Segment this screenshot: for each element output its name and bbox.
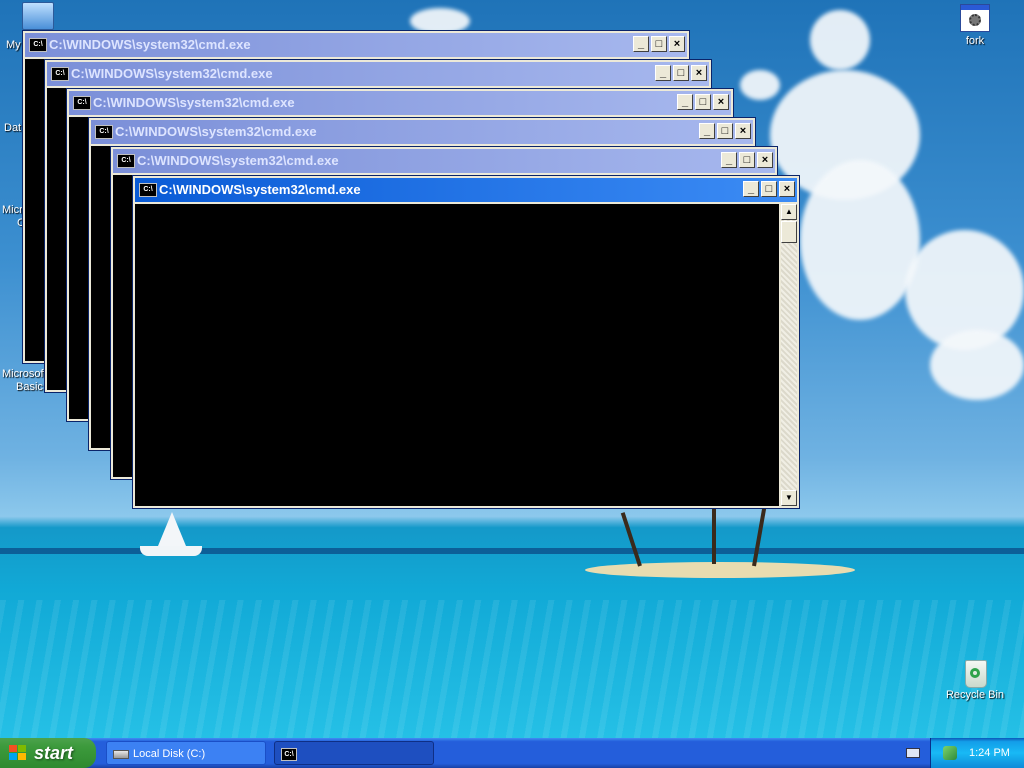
clock[interactable]: 1:24 PM (969, 738, 1010, 768)
sailboat-hull (140, 546, 202, 556)
taskbar: start Local Disk (C:) C:\ 1:24 PM (0, 738, 1024, 768)
start-label: start (34, 743, 74, 763)
sailboat-sail (158, 512, 186, 546)
close-button[interactable]: × (713, 94, 729, 110)
minimize-button[interactable]: _ (677, 94, 693, 110)
minimize-button[interactable]: _ (743, 181, 759, 197)
maximize-button[interactable]: □ (695, 94, 711, 110)
window-title: C:\WINDOWS\system32\cmd.exe (159, 182, 361, 197)
minimize-button[interactable]: _ (655, 65, 671, 81)
maximize-button[interactable]: □ (673, 65, 689, 81)
close-button[interactable]: × (779, 181, 795, 197)
window-titlebar[interactable]: C:\ C:\WINDOWS\system32\cmd.exe _ □ × (113, 149, 775, 173)
cloud (800, 160, 920, 320)
maximize-button[interactable]: □ (739, 152, 755, 168)
taskbar-item-cmd[interactable]: C:\ (274, 741, 434, 765)
desktop-icon-label[interactable]: Microsoft (2, 368, 47, 380)
minimize-button[interactable]: _ (699, 123, 715, 139)
cmd-window-active[interactable]: C:\ C:\WINDOWS\system32\cmd.exe _ □ × ▲ … (132, 175, 800, 509)
cmd-icon: C:\ (139, 183, 157, 197)
program-icon (960, 4, 990, 32)
cmd-icon: C:\ (51, 67, 69, 81)
system-tray: 1:24 PM (930, 738, 1024, 768)
close-button[interactable]: × (735, 123, 751, 139)
window-titlebar[interactable]: C:\ C:\WINDOWS\system32\cmd.exe _ □ × (25, 33, 687, 57)
cmd-icon: C:\ (95, 125, 113, 139)
window-titlebar[interactable]: C:\ C:\WINDOWS\system32\cmd.exe _ □ × (69, 91, 731, 115)
maximize-button[interactable]: □ (761, 181, 777, 197)
palm-tree (752, 506, 767, 567)
desktop-icon-fork[interactable]: fork (952, 4, 998, 47)
my-computer-icon (22, 2, 54, 30)
desktop-icon-my-computer[interactable] (22, 2, 54, 30)
cmd-icon: C:\ (29, 38, 47, 52)
vertical-scrollbar[interactable]: ▲ ▼ (781, 204, 797, 506)
taskbar-item-local-disk[interactable]: Local Disk (C:) (106, 741, 266, 765)
window-title: C:\WINDOWS\system32\cmd.exe (137, 153, 339, 168)
cloud (740, 70, 780, 100)
desktop-icon-label: My (6, 39, 21, 51)
water (0, 600, 1024, 738)
close-button[interactable]: × (669, 36, 685, 52)
scroll-down-button[interactable]: ▼ (781, 490, 797, 506)
desktop-icon-label: Basic (16, 381, 43, 393)
window-titlebar[interactable]: C:\ C:\WINDOWS\system32\cmd.exe _ □ × (135, 178, 797, 202)
window-titlebar[interactable]: C:\ C:\WINDOWS\system32\cmd.exe _ □ × (47, 62, 709, 86)
palm-tree (712, 500, 716, 564)
desktop-icon-recycle-bin[interactable]: Recycle Bin (940, 656, 1010, 701)
network-icon[interactable] (943, 746, 957, 760)
taskbar-item-label: Local Disk (C:) (133, 748, 206, 760)
windows-logo-icon (9, 745, 27, 761)
window-title: C:\WINDOWS\system32\cmd.exe (115, 124, 317, 139)
window-title: C:\WINDOWS\system32\cmd.exe (93, 95, 295, 110)
cloud (930, 330, 1024, 400)
cloud (810, 10, 870, 70)
minimize-button[interactable]: _ (633, 36, 649, 52)
start-button[interactable]: start (0, 738, 96, 768)
desktop-icon-label: Recycle Bin (945, 689, 1005, 701)
cmd-icon: C:\ (117, 154, 135, 168)
window-titlebar[interactable]: C:\ C:\WINDOWS\system32\cmd.exe _ □ × (91, 120, 753, 144)
maximize-button[interactable]: □ (717, 123, 733, 139)
minimize-button[interactable]: _ (721, 152, 737, 168)
scroll-thumb[interactable] (781, 221, 797, 243)
drive-icon (113, 750, 129, 759)
desktop-icon-label: fork (965, 35, 985, 47)
close-button[interactable]: × (691, 65, 707, 81)
island (585, 562, 855, 578)
recycle-bin-icon (962, 656, 988, 688)
close-button[interactable]: × (757, 152, 773, 168)
scroll-up-button[interactable]: ▲ (781, 204, 797, 220)
cmd-icon: C:\ (73, 96, 91, 110)
palm-tree (620, 512, 642, 567)
desktop-icon-label[interactable]: Dat (4, 122, 21, 134)
window-title: C:\WINDOWS\system32\cmd.exe (71, 66, 273, 81)
console-output[interactable] (135, 204, 779, 506)
keyboard-icon[interactable] (906, 748, 920, 758)
cmd-icon: C:\ (281, 748, 297, 761)
window-title: C:\WINDOWS\system32\cmd.exe (49, 37, 251, 52)
maximize-button[interactable]: □ (651, 36, 667, 52)
